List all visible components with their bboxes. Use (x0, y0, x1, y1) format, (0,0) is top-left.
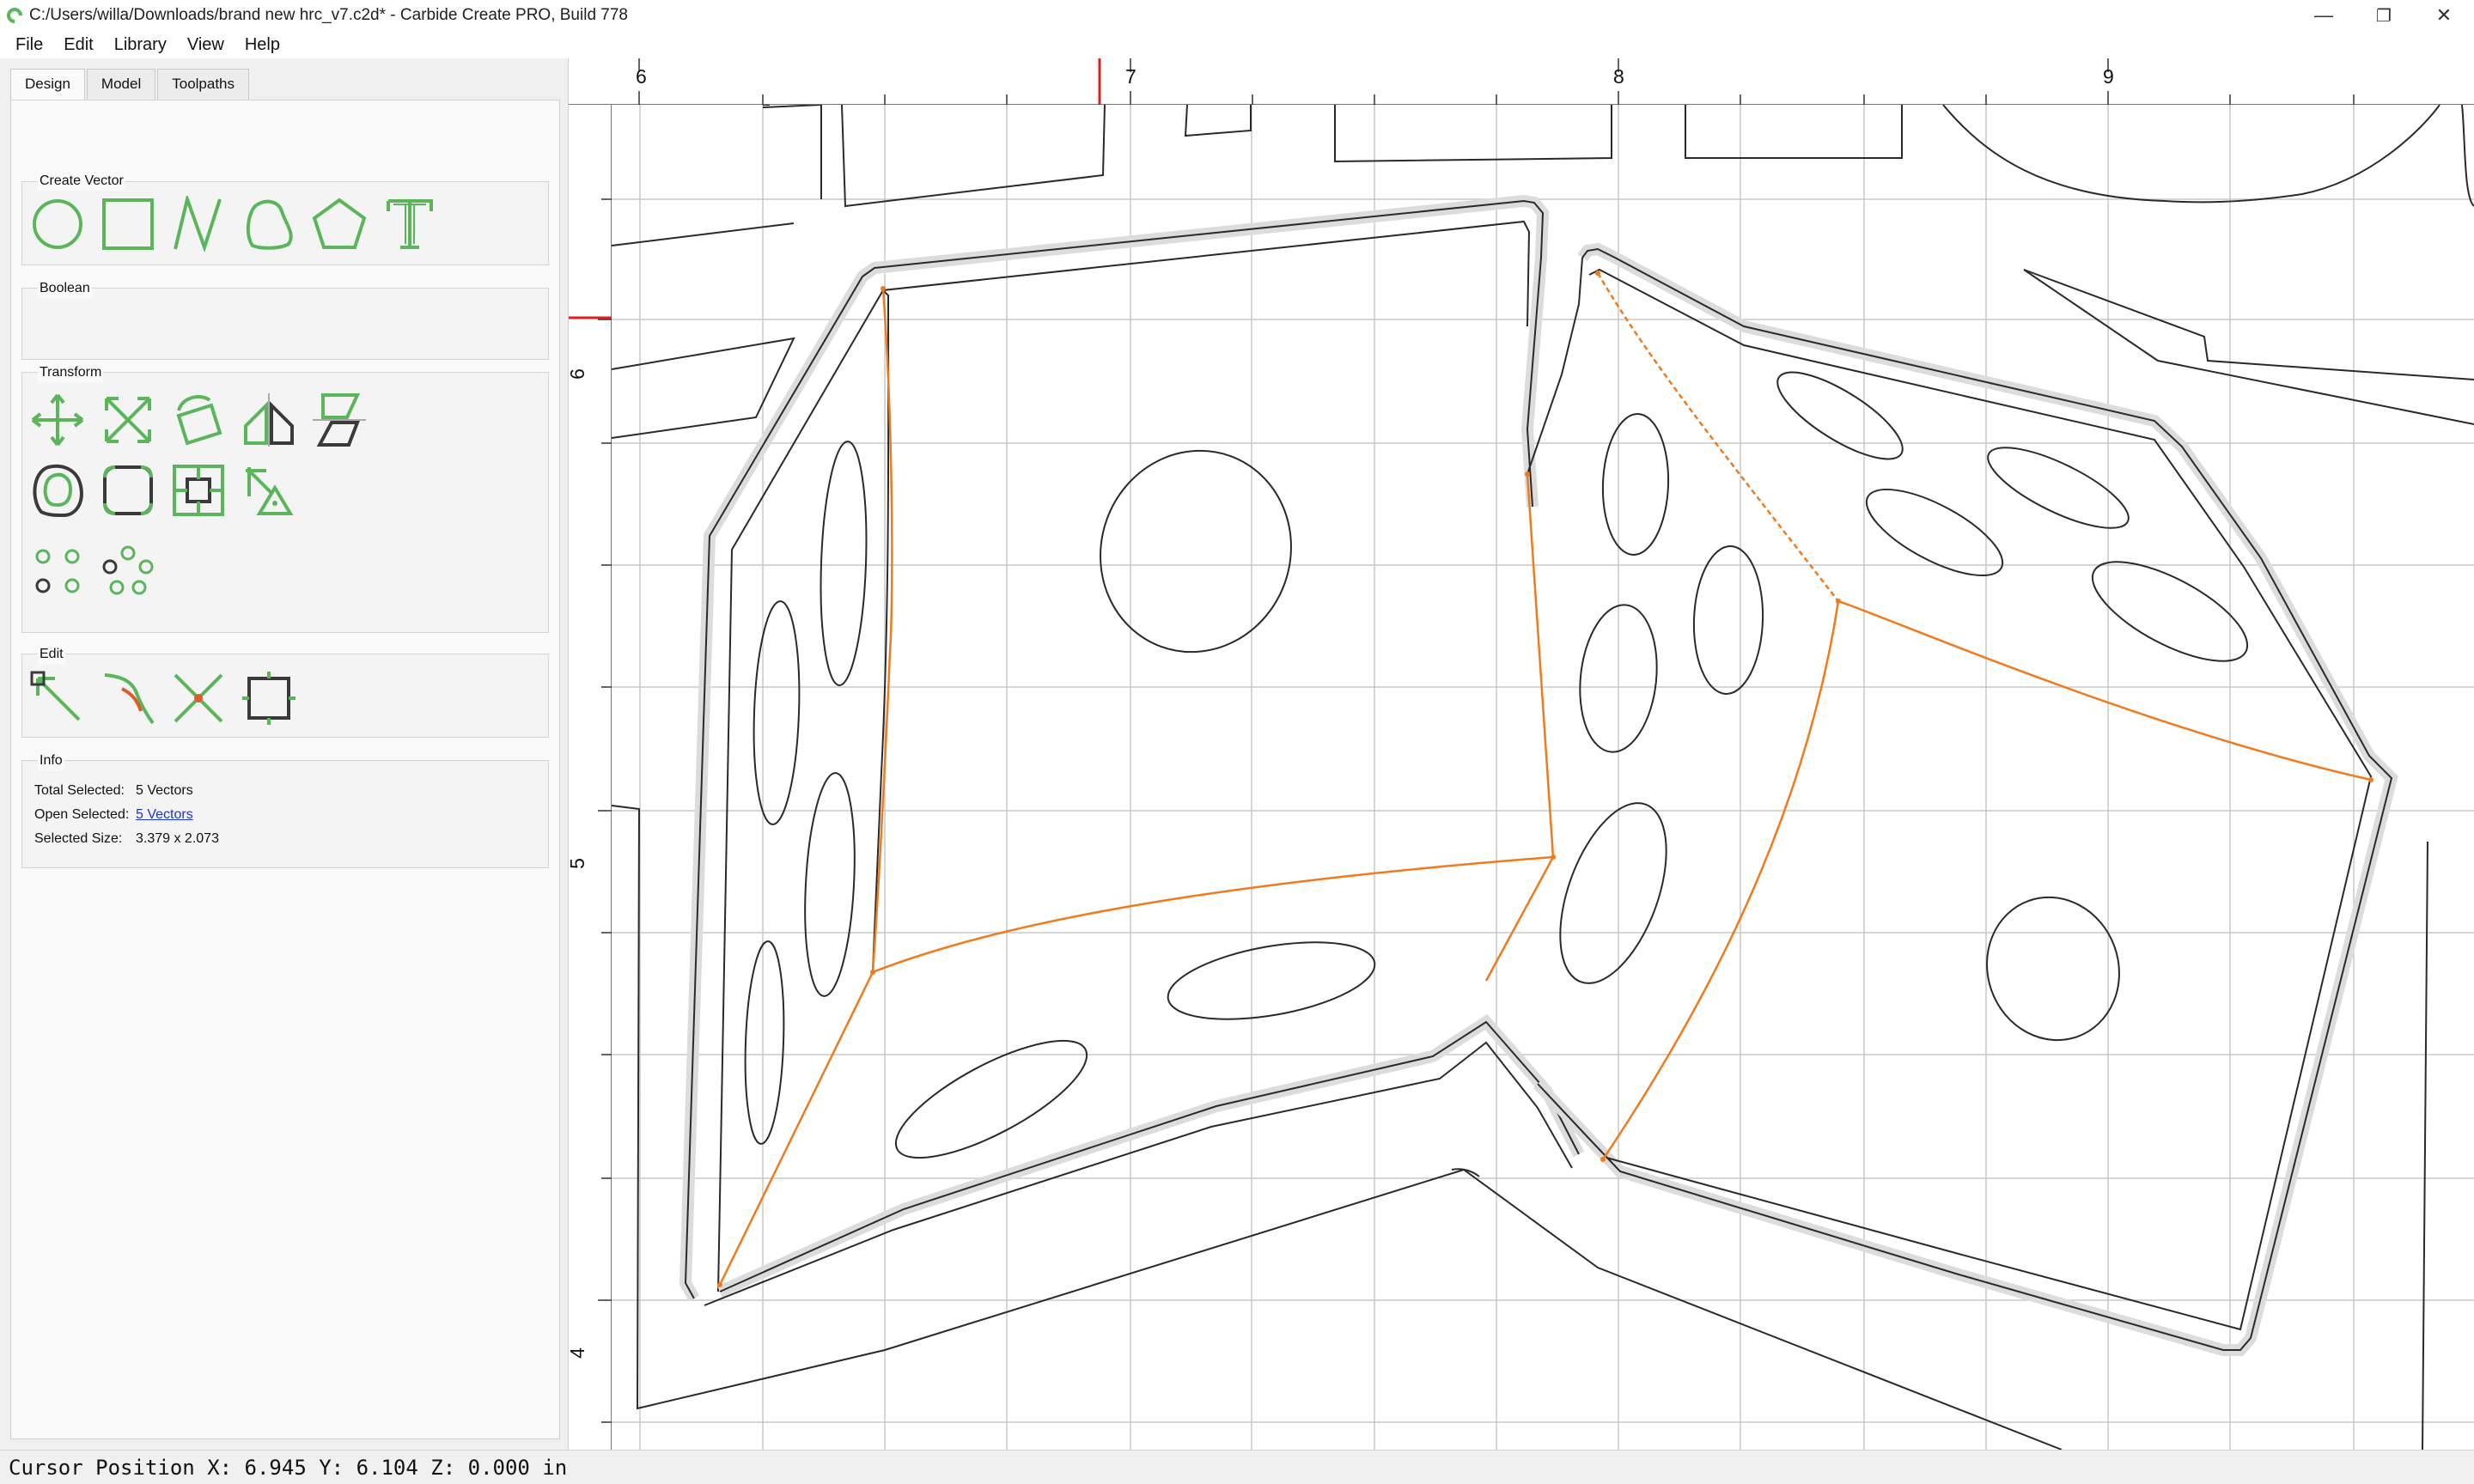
join-icon[interactable] (98, 668, 158, 728)
ruler-y-5: 5 (569, 858, 589, 869)
boolean-label: Boolean (38, 279, 92, 298)
menu-file[interactable]: File (5, 31, 53, 58)
text-icon[interactable] (380, 194, 440, 254)
fillet-icon[interactable] (98, 460, 158, 520)
boolean-group: Boolean (21, 279, 549, 360)
rectangle-icon[interactable] (98, 194, 158, 254)
transform-label: Transform (38, 363, 104, 382)
edit-label: Edit (38, 645, 65, 664)
menu-edit[interactable]: Edit (53, 31, 103, 58)
scale-icon[interactable] (98, 390, 158, 450)
selected-size-label: Selected Size: (34, 831, 123, 846)
total-selected-label: Total Selected: (34, 783, 125, 798)
circular-array-icon[interactable] (98, 541, 158, 601)
transform-box-icon[interactable] (239, 668, 299, 728)
selected-size-value: 3.379 x 2.073 (136, 831, 219, 846)
cursor-position-readout: Cursor Position X: 6.945 Y: 6.104 Z: 0.0… (9, 1455, 568, 1480)
boundary-icon[interactable] (168, 460, 229, 520)
design-canvas[interactable]: 6 7 8 9 6 5 4 (569, 58, 2474, 1450)
info-group: Info Total Selected: 5 Vectors Open Sele… (21, 751, 549, 868)
grid-array-icon[interactable] (27, 541, 88, 601)
app-logo-icon (3, 4, 26, 27)
curve-icon[interactable] (239, 194, 299, 254)
edit-group: Edit (21, 645, 549, 738)
open-selected-link[interactable]: 5 Vectors (136, 807, 193, 823)
create-vector-label: Create Vector (38, 172, 125, 191)
tab-toolpaths[interactable]: Toolpaths (157, 69, 250, 100)
total-selected-value: 5 Vectors (136, 783, 193, 798)
align-icon[interactable] (309, 390, 369, 450)
polygon-icon[interactable] (309, 194, 369, 254)
menu-bar: File Edit Library View Help (0, 31, 2474, 58)
minimize-button[interactable]: — (2294, 0, 2354, 31)
menu-view[interactable]: View (177, 31, 235, 58)
menu-library[interactable]: Library (104, 31, 177, 58)
trim-icon[interactable] (168, 668, 229, 728)
restore-button[interactable]: ❐ (2354, 0, 2414, 31)
dice-pips (744, 371, 2249, 1159)
ruler-x-9: 9 (2103, 65, 2114, 88)
open-selected-row: Open Selected: 5 Vectors (34, 807, 193, 823)
move-icon[interactable] (27, 390, 88, 450)
left-ruler: 6 5 4 (569, 105, 612, 1450)
ruler-x-7: 7 (1125, 65, 1136, 88)
window-title: C:/Users/willa/Downloads/brand new hrc_v… (29, 6, 628, 24)
ruler-y-4: 4 (569, 1347, 589, 1359)
ruler-y-6: 6 (569, 368, 589, 380)
ruler-x-8: 8 (1613, 65, 1624, 88)
status-bar: Cursor Position X: 6.945 Y: 6.104 Z: 0.0… (0, 1450, 2474, 1484)
vector-drawing[interactable] (569, 58, 2474, 1450)
tab-icon[interactable] (239, 460, 299, 520)
total-selected-row: Total Selected: 5 Vectors (34, 783, 193, 799)
node-edit-icon[interactable] (27, 668, 88, 728)
circle-icon[interactable] (27, 194, 88, 254)
open-selected-label: Open Selected: (34, 807, 130, 822)
rotate-icon[interactable] (168, 390, 229, 450)
offset-icon[interactable] (27, 460, 88, 520)
create-vector-group: Create Vector (21, 172, 549, 265)
ruler-x-6: 6 (636, 65, 647, 88)
top-ruler: 6 7 8 9 (569, 58, 2474, 105)
tab-design[interactable]: Design (10, 69, 85, 100)
close-button[interactable]: ✕ (2414, 0, 2474, 31)
panel-tabs: Design Model Toolpaths (10, 69, 251, 100)
design-tab-body: Create Vector Boolean Transform Edit Inf… (10, 100, 560, 1439)
selected-size-row: Selected Size: 3.379 x 2.073 (34, 831, 219, 847)
right-die[interactable] (1526, 242, 2398, 1356)
menu-help[interactable]: Help (235, 31, 290, 58)
transform-group: Transform (21, 363, 549, 633)
tab-model[interactable]: Model (86, 69, 156, 100)
title-bar: C:/Users/willa/Downloads/brand new hrc_v… (0, 0, 2474, 31)
polyline-icon[interactable] (168, 194, 229, 254)
left-die[interactable] (679, 194, 1585, 1306)
mirror-icon[interactable] (239, 390, 299, 450)
design-panel: Design Model Toolpaths Create Vector Boo… (0, 58, 569, 1450)
selected-vectors[interactable] (718, 272, 2372, 1286)
info-label: Info (38, 751, 64, 770)
